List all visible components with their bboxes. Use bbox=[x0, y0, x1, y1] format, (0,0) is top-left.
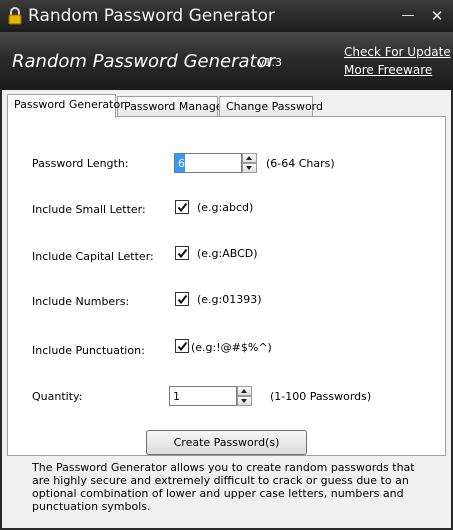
capital-letter-checkbox[interactable] bbox=[175, 246, 189, 260]
quantity-input[interactable] bbox=[170, 387, 234, 405]
punctuation-label: Include Punctuation: bbox=[32, 344, 145, 357]
version-label: v1.3 bbox=[258, 56, 283, 69]
password-length-label: Password Length: bbox=[32, 157, 129, 170]
quantity-spinner bbox=[169, 386, 237, 406]
check-icon bbox=[177, 248, 188, 259]
check-icon bbox=[177, 294, 188, 305]
tab-password-manager[interactable]: Password Manager bbox=[117, 96, 227, 117]
quantity-down-arrow-icon[interactable] bbox=[237, 396, 252, 406]
password-length-hint: (6-64 Chars) bbox=[266, 157, 335, 170]
numbers-hint: (e.g:01393) bbox=[197, 293, 262, 306]
check-update-link[interactable]: Check For Update bbox=[344, 45, 451, 59]
password-length-spinner bbox=[174, 153, 242, 173]
header-banner: Random Password Generator v1.3 Check For… bbox=[0, 32, 453, 90]
quantity-label: Quantity: bbox=[32, 390, 83, 403]
create-passwords-button[interactable]: Create Password(s) bbox=[146, 430, 307, 455]
check-icon bbox=[177, 341, 188, 352]
length-up-arrow-icon[interactable] bbox=[242, 153, 257, 163]
quantity-hint: (1-100 Passwords) bbox=[270, 390, 372, 403]
description-text: The Password Generator allows you to cre… bbox=[32, 461, 415, 513]
small-letter-label: Include Small Letter: bbox=[32, 203, 146, 216]
check-icon bbox=[177, 202, 188, 213]
title-bar: Random Password Generator — ✕ bbox=[0, 0, 453, 32]
small-letter-checkbox[interactable] bbox=[175, 200, 189, 214]
window-title: Random Password Generator bbox=[28, 6, 275, 26]
capital-letter-hint: (e.g:ABCD) bbox=[197, 247, 258, 260]
minimize-button[interactable]: — bbox=[400, 8, 416, 24]
numbers-checkbox[interactable] bbox=[175, 292, 189, 306]
numbers-label: Include Numbers: bbox=[32, 295, 130, 308]
more-freeware-link[interactable]: More Freeware bbox=[344, 63, 432, 77]
password-length-input[interactable] bbox=[175, 154, 185, 172]
quantity-stepper bbox=[237, 386, 252, 406]
punctuation-hint: (e.g:!@#$%^) bbox=[191, 341, 272, 354]
quantity-up-arrow-icon[interactable] bbox=[237, 386, 252, 396]
close-button[interactable]: ✕ bbox=[429, 8, 445, 24]
tab-change-password[interactable]: Change Password bbox=[219, 96, 323, 117]
punctuation-checkbox[interactable] bbox=[175, 339, 189, 353]
tab-password-generator[interactable]: Password Generator bbox=[7, 94, 125, 118]
capital-letter-label: Include Capital Letter: bbox=[32, 250, 154, 263]
length-down-arrow-icon[interactable] bbox=[242, 163, 257, 173]
password-length-stepper bbox=[242, 153, 257, 173]
small-letter-hint: (e.g:abcd) bbox=[197, 201, 254, 214]
app-title: Random Password Generator bbox=[12, 51, 275, 72]
lock-icon bbox=[8, 7, 22, 25]
